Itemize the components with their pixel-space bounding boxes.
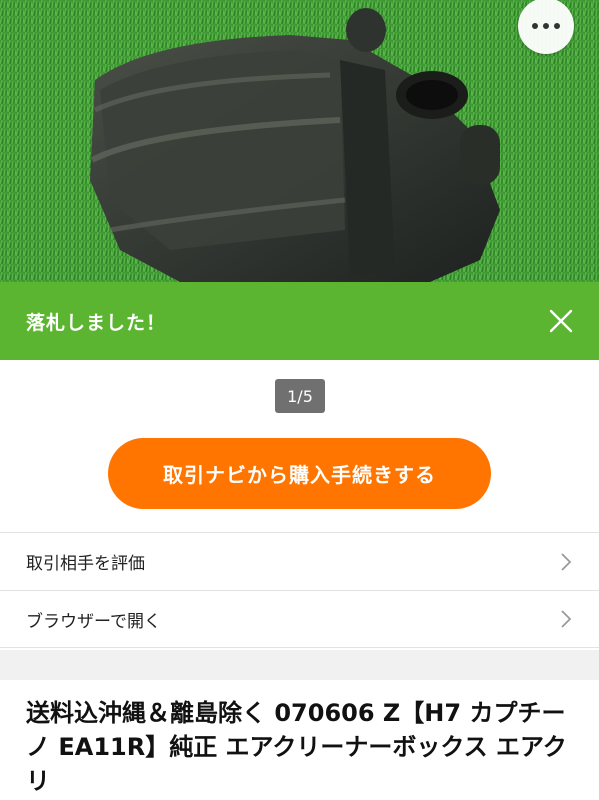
image-counter: 1/5	[275, 379, 325, 413]
chevron-right-icon	[561, 610, 572, 628]
open-in-browser-row[interactable]: ブラウザーで開く	[0, 590, 599, 648]
item-photo[interactable]	[0, 0, 599, 282]
list-item-label: 取引相手を評価	[26, 554, 145, 574]
rate-partner-row[interactable]: 取引相手を評価	[0, 532, 599, 590]
chevron-right-icon	[561, 552, 572, 571]
more-button[interactable]	[516, 0, 576, 54]
item-title: 送料込沖縄＆離島除く 070606 Z【H7 カプチーノ EA11R】純正 エア…	[26, 699, 567, 795]
banner-message: 落札しました！	[26, 311, 167, 334]
list-item-label: ブラウザーで開く	[26, 611, 161, 632]
won-bid-banner: 落札しました！	[0, 282, 599, 360]
purchase-procedure-button[interactable]: 取引ナビから購入手続きする	[108, 438, 491, 509]
action-list: 取引相手を評価 ブラウザーで開く	[0, 532, 599, 648]
close-icon	[549, 309, 573, 333]
section-divider	[0, 650, 599, 680]
more-horizontal-icon	[518, 0, 574, 54]
close-button[interactable]	[543, 303, 579, 339]
item-photo-image	[0, 0, 599, 282]
